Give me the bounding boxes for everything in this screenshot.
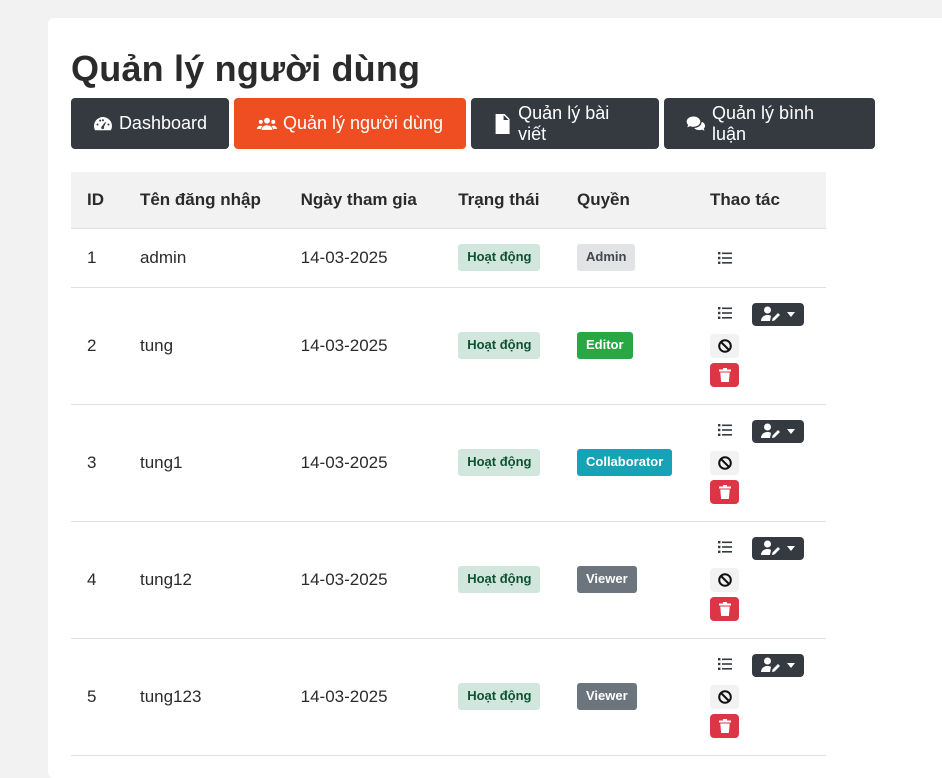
nav-dashboard-button[interactable]: Dashboard — [71, 98, 229, 149]
list-icon — [717, 306, 732, 319]
status-badge: Hoạt động — [458, 332, 541, 359]
list-icon — [717, 540, 732, 553]
status-badge: Hoạt động — [458, 683, 541, 710]
table-row: 2 tung 14-03-2025 Hoạt động Editor — [71, 286, 826, 404]
view-details-button[interactable] — [710, 535, 739, 559]
username: tung — [123, 286, 285, 404]
block-user-button[interactable] — [710, 333, 739, 358]
nav-users-button[interactable]: Quản lý người dùng — [234, 98, 466, 149]
delete-user-button[interactable] — [710, 362, 739, 387]
user-id: 1 — [71, 227, 124, 287]
status-badge: Hoạt động — [458, 244, 541, 271]
table-row: 4 tung12 14-03-2025 Hoạt động Viewer — [71, 520, 826, 638]
users-icon — [257, 117, 278, 130]
view-details-button[interactable] — [710, 418, 739, 442]
join-date: 14-03-2025 — [284, 403, 443, 521]
view-details-button[interactable] — [710, 301, 739, 325]
block-user-button[interactable] — [710, 684, 739, 709]
user-id: 3 — [71, 403, 124, 521]
join-date: 14-03-2025 — [284, 227, 443, 287]
join-date: 14-03-2025 — [284, 286, 443, 404]
list-icon — [717, 657, 732, 670]
view-details-button[interactable] — [710, 246, 739, 270]
role-badge: Collaborator — [577, 449, 673, 476]
chevron-down-icon — [787, 545, 795, 551]
chevron-down-icon — [787, 311, 795, 317]
join-date: 14-03-2025 — [284, 520, 443, 638]
change-role-dropdown-button[interactable] — [752, 302, 804, 326]
column-header-username: Tên đăng nhập — [123, 172, 285, 228]
document-icon — [495, 113, 510, 134]
join-date: 14-03-2025 — [284, 637, 443, 756]
user-edit-icon — [761, 540, 780, 555]
column-header-role: Quyền — [561, 172, 694, 228]
table-row: 5 tung123 14-03-2025 Hoạt động Viewer — [71, 637, 826, 756]
ban-icon — [717, 455, 732, 470]
nav-dashboard-label: Dashboard — [118, 113, 207, 133]
trash-icon — [718, 484, 731, 499]
row-actions — [710, 652, 810, 742]
nav-comments-button[interactable]: Quản lý bình luận — [664, 98, 875, 149]
username: tung123 — [123, 637, 285, 756]
nav-posts-button[interactable]: Quản lý bài viết — [471, 98, 659, 149]
delete-user-button[interactable] — [710, 713, 739, 738]
column-header-status: Trạng thái — [442, 172, 561, 228]
user-id: 5 — [71, 637, 124, 756]
user-id: 2 — [71, 286, 124, 404]
users-table: ID Tên đăng nhập Ngày tham gia Trạng thá… — [71, 172, 826, 756]
nav-posts-label: Quản lý bài viết — [518, 102, 610, 144]
table-row: 3 tung1 14-03-2025 Hoạt động Collaborato… — [71, 403, 826, 521]
page-title: Quản lý người dùng — [71, 48, 421, 89]
ban-icon — [717, 572, 732, 587]
comments-icon — [686, 116, 706, 131]
list-icon — [717, 423, 732, 436]
user-edit-icon — [761, 657, 780, 672]
delete-user-button[interactable] — [710, 596, 739, 621]
user-edit-icon — [761, 423, 780, 438]
role-badge: Admin — [577, 244, 636, 271]
username: tung1 — [123, 403, 285, 521]
block-user-button[interactable] — [710, 567, 739, 592]
role-badge: Editor — [577, 332, 633, 359]
change-role-dropdown-button[interactable] — [752, 536, 804, 560]
chevron-down-icon — [787, 662, 795, 668]
user-edit-icon — [761, 306, 780, 321]
column-header-joined: Ngày tham gia — [284, 172, 443, 228]
row-actions — [710, 418, 810, 508]
nav-users-label: Quản lý người dùng — [283, 113, 443, 133]
row-actions — [710, 535, 810, 625]
trash-icon — [718, 718, 731, 733]
table-header-row: ID Tên đăng nhập Ngày tham gia Trạng thá… — [71, 172, 826, 228]
nav-comments-label: Quản lý bình luận — [711, 102, 815, 144]
chevron-down-icon — [787, 428, 795, 434]
row-actions — [710, 243, 810, 273]
change-role-dropdown-button[interactable] — [752, 419, 804, 443]
block-user-button[interactable] — [710, 450, 739, 475]
column-header-actions: Thao tác — [694, 172, 826, 228]
row-actions — [710, 301, 810, 391]
role-badge: Viewer — [577, 683, 637, 710]
user-id: 4 — [71, 520, 124, 638]
column-header-id: ID — [71, 172, 124, 228]
admin-nav: Dashboard Quản lý người dùng Quản lý bài… — [71, 98, 875, 149]
ban-icon — [717, 689, 732, 704]
ban-icon — [717, 338, 732, 353]
change-role-dropdown-button[interactable] — [752, 653, 804, 677]
dashboard-icon — [93, 116, 112, 130]
status-badge: Hoạt động — [458, 566, 541, 593]
table-row: 1 admin 14-03-2025 Hoạt động Admin — [71, 227, 826, 287]
username: admin — [123, 227, 285, 287]
trash-icon — [718, 601, 731, 616]
status-badge: Hoạt động — [458, 449, 541, 476]
list-icon — [717, 251, 732, 264]
view-details-button[interactable] — [710, 652, 739, 676]
username: tung12 — [123, 520, 285, 638]
role-badge: Viewer — [577, 566, 637, 593]
user-management-card: Quản lý người dùng Dashboard Quản lý ngư… — [48, 18, 942, 778]
trash-icon — [718, 367, 731, 382]
delete-user-button[interactable] — [710, 479, 739, 504]
